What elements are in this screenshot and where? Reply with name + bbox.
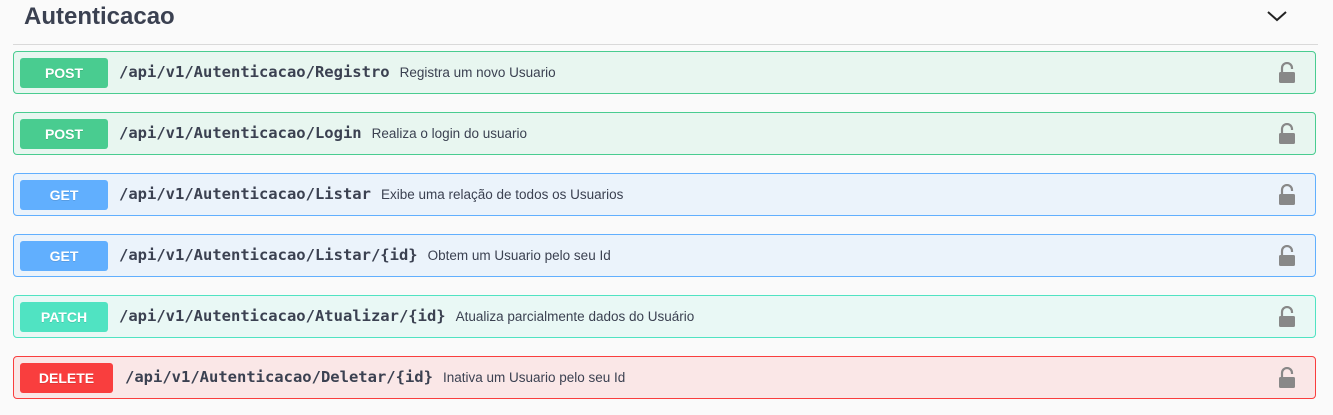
operation-path-text: /api/v1/Autenticacao/Listar bbox=[119, 185, 371, 203]
operation-path: /api/v1/Autenticacao/Atualizar/{id} Atual… bbox=[119, 296, 694, 337]
operation-description: Obtem um Usuario pelo seu Id bbox=[427, 248, 611, 263]
operation-path-text: /api/v1/Autenticacao/Registro bbox=[119, 63, 390, 81]
operation-deletar[interactable]: DELETE /api/v1/Autenticacao/Deletar/{id}… bbox=[13, 356, 1316, 399]
operation-login[interactable]: POST /api/v1/Autenticacao/Login Realiza o… bbox=[13, 112, 1316, 155]
operation-path: /api/v1/Autenticacao/Registro Registra um… bbox=[119, 52, 556, 93]
operation-description: Realiza o login do usuario bbox=[371, 126, 527, 141]
operation-description: Exibe uma relação de todos os Usuarios bbox=[380, 187, 624, 202]
operation-listar[interactable]: GET /api/v1/Autenticacao/Listar Exibe uma… bbox=[13, 173, 1316, 216]
lock-icon[interactable] bbox=[1277, 123, 1297, 145]
operation-path: /api/v1/Autenticacao/Deletar/{id} Inativa… bbox=[125, 357, 625, 398]
operation-description: Registra um novo Usuario bbox=[399, 65, 556, 80]
method-badge: GET bbox=[20, 241, 108, 271]
lock-icon[interactable] bbox=[1277, 62, 1297, 84]
operation-registro[interactable]: POST /api/v1/Autenticacao/Registro Regist… bbox=[13, 51, 1316, 94]
operation-path-text: /api/v1/Autenticacao/Deletar/{id} bbox=[125, 368, 433, 386]
method-badge: GET bbox=[20, 180, 108, 210]
lock-icon[interactable] bbox=[1277, 184, 1297, 206]
operation-path: /api/v1/Autenticacao/Login Realiza o logi… bbox=[119, 113, 527, 154]
operation-atualizar[interactable]: PATCH /api/v1/Autenticacao/Atualizar/{id… bbox=[13, 295, 1316, 338]
operation-description: Atualiza parcialmente dados do Usuário bbox=[455, 309, 695, 324]
section-title: Autenticacao bbox=[24, 3, 175, 30]
lock-icon[interactable] bbox=[1277, 367, 1297, 389]
operation-path-text: /api/v1/Autenticacao/Login bbox=[119, 124, 362, 142]
operation-path-text: /api/v1/Autenticacao/Atualizar/{id} bbox=[119, 307, 446, 325]
lock-icon[interactable] bbox=[1277, 245, 1297, 267]
method-badge: POST bbox=[20, 58, 108, 88]
section-header[interactable]: Autenticacao bbox=[13, 0, 1318, 45]
operation-path-text: /api/v1/Autenticacao/Listar/{id} bbox=[119, 246, 418, 264]
method-badge: POST bbox=[20, 119, 108, 149]
lock-icon[interactable] bbox=[1277, 306, 1297, 328]
operation-path: /api/v1/Autenticacao/Listar Exibe uma rel… bbox=[119, 174, 623, 215]
operation-path: /api/v1/Autenticacao/Listar/{id} Obtem um… bbox=[119, 235, 611, 276]
method-badge: PATCH bbox=[20, 302, 108, 332]
operation-description: Inativa um Usuario pelo seu Id bbox=[442, 370, 626, 385]
method-badge: DELETE bbox=[20, 363, 113, 393]
chevron-down-icon[interactable] bbox=[1266, 8, 1288, 24]
operation-listar-id[interactable]: GET /api/v1/Autenticacao/Listar/{id} Obte… bbox=[13, 234, 1316, 277]
api-section: Autenticacao POST /api/v1/Autenticacao/R… bbox=[0, 0, 1333, 415]
